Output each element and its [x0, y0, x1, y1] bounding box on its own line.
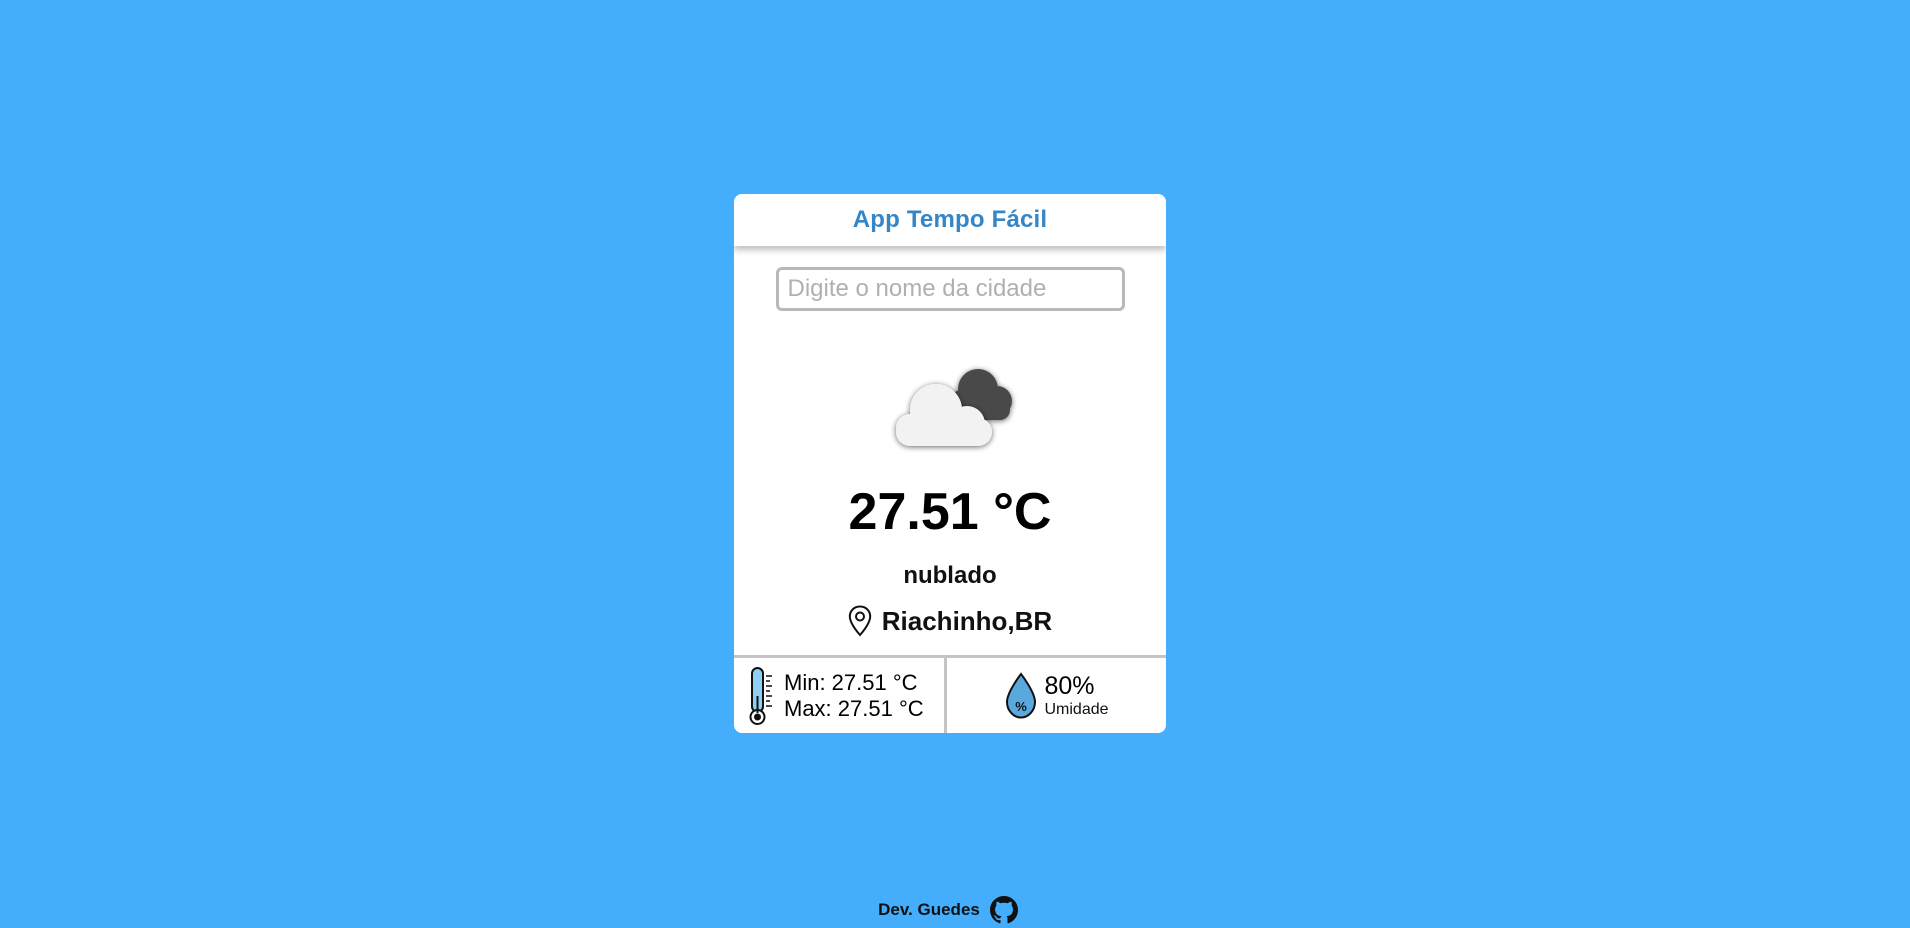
humidity-label: Umidade: [1044, 700, 1109, 718]
humidity-panel: % 80% Umidade: [947, 658, 1166, 733]
weather-card: App Tempo Fácil 27.51 °C nu: [734, 194, 1166, 733]
min-temperature: Min: 27.51 °C: [784, 669, 918, 695]
temperature-value: 27.51 °C: [848, 483, 1052, 541]
developer-credit: Dev. Guedes: [0, 896, 1903, 924]
city-search-input[interactable]: [775, 267, 1125, 311]
location-pin-icon: [848, 605, 871, 637]
humidity-value: 80%: [1044, 671, 1095, 700]
min-max-panel: Min: 27.51 °C Max: 27.51 °C: [734, 658, 947, 733]
weather-description: nublado: [903, 562, 997, 589]
details-row: Min: 27.51 °C Max: 27.51 °C % 80% Umidad…: [734, 655, 1166, 733]
thermometer-icon: [749, 666, 772, 725]
humidity-text: 80% Umidade: [1044, 671, 1109, 718]
github-icon[interactable]: [989, 896, 1018, 924]
search-wrap: [734, 267, 1166, 311]
humidity-drop-icon: %: [1006, 671, 1037, 719]
developer-name: Dev. Guedes: [878, 900, 980, 919]
app-title: App Tempo Fácil: [852, 206, 1048, 233]
location: Riachinho,BR: [734, 605, 1166, 637]
location-name: Riachinho,BR: [881, 605, 1053, 636]
svg-text:%: %: [1016, 699, 1028, 714]
card-header: App Tempo Fácil: [734, 194, 1166, 246]
min-max-text: Min: 27.51 °C Max: 27.51 °C: [784, 670, 924, 722]
max-temperature: Max: 27.51 °C: [784, 695, 924, 721]
cloudy-icon: [896, 369, 1012, 446]
